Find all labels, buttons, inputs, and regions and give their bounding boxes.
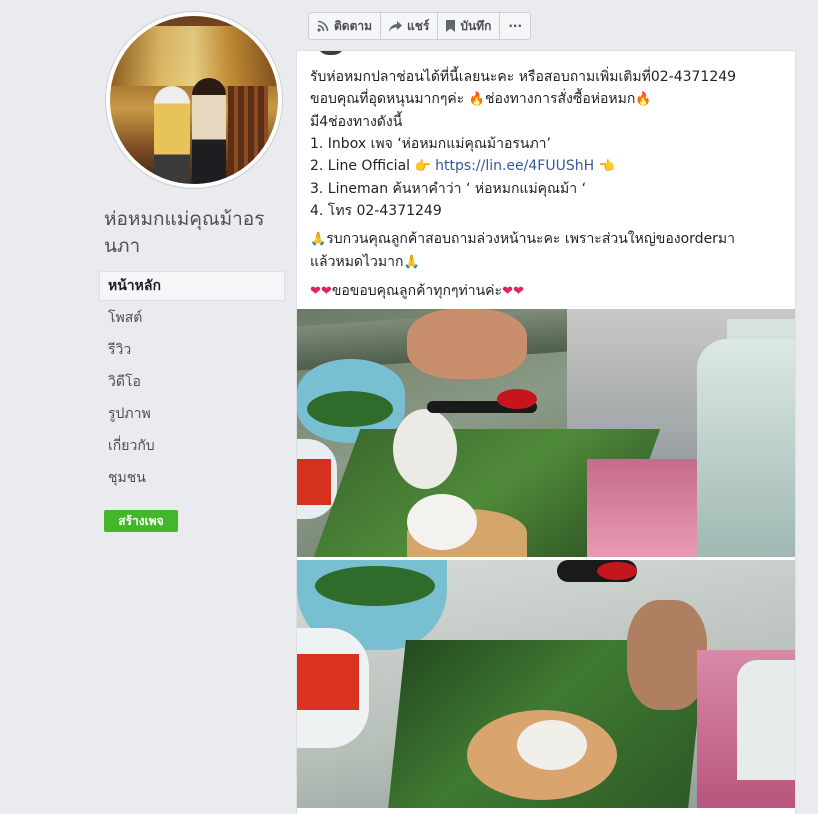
nav-item-about[interactable]: เกี่ยวกับ bbox=[99, 431, 285, 461]
post-line: มี4ช่องทางดังนี้ bbox=[310, 114, 403, 130]
post-header bbox=[317, 51, 617, 57]
post-line-text: รบกวนคุณลูกค้าสอบถามล่วงหน้านะคะ เพราะส่… bbox=[326, 231, 736, 247]
post-line: 2. Line Official 👉 https://lin.ee/4FUUSh… bbox=[310, 155, 790, 178]
share-arrow-icon bbox=[389, 20, 403, 32]
fire-icon: 🔥 bbox=[468, 92, 485, 107]
post-line-text: แล้วหมดไวมาก bbox=[310, 254, 404, 270]
post-card: รับห่อหมกปลาช่อนได้ที่นี้เลยนะคะ หรือสอบ… bbox=[296, 50, 796, 814]
page-action-bar: ติดตาม แชร์ บันทึก ··· bbox=[308, 12, 532, 40]
profile-photo-image bbox=[110, 16, 278, 184]
post-line-text: 2. Line Official bbox=[310, 158, 415, 174]
post-line: 🙏รบกวนคุณลูกค้าสอบถามล่วงหน้านะคะ เพราะส… bbox=[310, 228, 790, 251]
post-line: ขอบคุณที่อุดหนุนมากๆค่ะ 🔥ช่องทางการสั่งซ… bbox=[310, 88, 790, 111]
bookmark-icon bbox=[446, 20, 456, 32]
post-photo-2[interactable] bbox=[297, 560, 795, 808]
nav-item-videos[interactable]: วิดีโอ bbox=[99, 367, 285, 397]
post-line-text: ขอบคุณที่อุดหนุนมากๆค่ะ bbox=[310, 91, 469, 107]
post-line: แล้วหมดไวมาก🙏 bbox=[310, 251, 790, 274]
line-official-link[interactable]: https://lin.ee/4FUUShH bbox=[435, 158, 594, 174]
heart-icon: ❤ bbox=[320, 284, 332, 299]
heart-icon: ❤ bbox=[512, 284, 524, 299]
save-label: บันทึก bbox=[460, 18, 492, 33]
create-page-button[interactable]: สร้างเพจ bbox=[104, 510, 178, 532]
page-title[interactable]: ห่อหมกแม่คุณม้าอรนภา bbox=[104, 206, 290, 260]
rss-icon bbox=[317, 20, 329, 32]
follow-button[interactable]: ติดตาม bbox=[309, 13, 382, 39]
page-nav: หน้าหลัก โพสต์ รีวิว วิดีโอ รูปภาพ เกี่ย… bbox=[99, 271, 285, 495]
post-line: 4. โทร 02-4371249 bbox=[310, 203, 442, 219]
page-profile-picture[interactable] bbox=[106, 12, 282, 188]
post-line: 1. Inbox เพจ ‘ห่อหมกแม่คุณม้าอรนภา’ bbox=[310, 136, 551, 152]
post-photo-1[interactable] bbox=[297, 309, 795, 557]
nav-item-reviews[interactable]: รีวิว bbox=[99, 335, 285, 365]
point-left-icon: 👈 bbox=[598, 159, 615, 174]
post-line-text: ช่องทางการสั่งซื้อห่อหมก bbox=[484, 91, 636, 107]
nav-item-photos[interactable]: รูปภาพ bbox=[99, 399, 285, 429]
more-options-button[interactable]: ··· bbox=[500, 13, 530, 39]
post-line: ❤❤ขอขอบคุณลูกค้าทุกๆท่านค่ะ❤❤ bbox=[310, 280, 790, 303]
follow-label: ติดตาม bbox=[334, 18, 373, 33]
post-author-avatar[interactable] bbox=[317, 51, 345, 55]
heart-icon: ❤ bbox=[310, 284, 321, 299]
heart-icon: ❤ bbox=[502, 284, 513, 299]
nav-item-community[interactable]: ชุมชน bbox=[99, 463, 285, 493]
post-line: รับห่อหมกปลาช่อนได้ที่นี้เลยนะคะ หรือสอบ… bbox=[310, 69, 737, 85]
pray-icon: 🙏 bbox=[310, 232, 327, 247]
fire-icon: 🔥 bbox=[635, 92, 652, 107]
post-line-text: ขอขอบคุณลูกค้าทุกๆท่านค่ะ bbox=[331, 283, 503, 299]
post-line: 3. Lineman ค้นหาคำว่า ‘ ห่อหมกแม่คุณม้า … bbox=[310, 181, 587, 197]
nav-item-home[interactable]: หน้าหลัก bbox=[99, 271, 285, 301]
pray-icon: 🙏 bbox=[403, 255, 420, 270]
share-button[interactable]: แชร์ bbox=[381, 13, 439, 39]
share-label: แชร์ bbox=[407, 18, 430, 33]
point-right-icon: 👉 bbox=[414, 159, 431, 174]
nav-item-posts[interactable]: โพสต์ bbox=[99, 303, 285, 333]
save-button[interactable]: บันทึก bbox=[438, 13, 501, 39]
post-body: รับห่อหมกปลาช่อนได้ที่นี้เลยนะคะ หรือสอบ… bbox=[310, 66, 790, 303]
